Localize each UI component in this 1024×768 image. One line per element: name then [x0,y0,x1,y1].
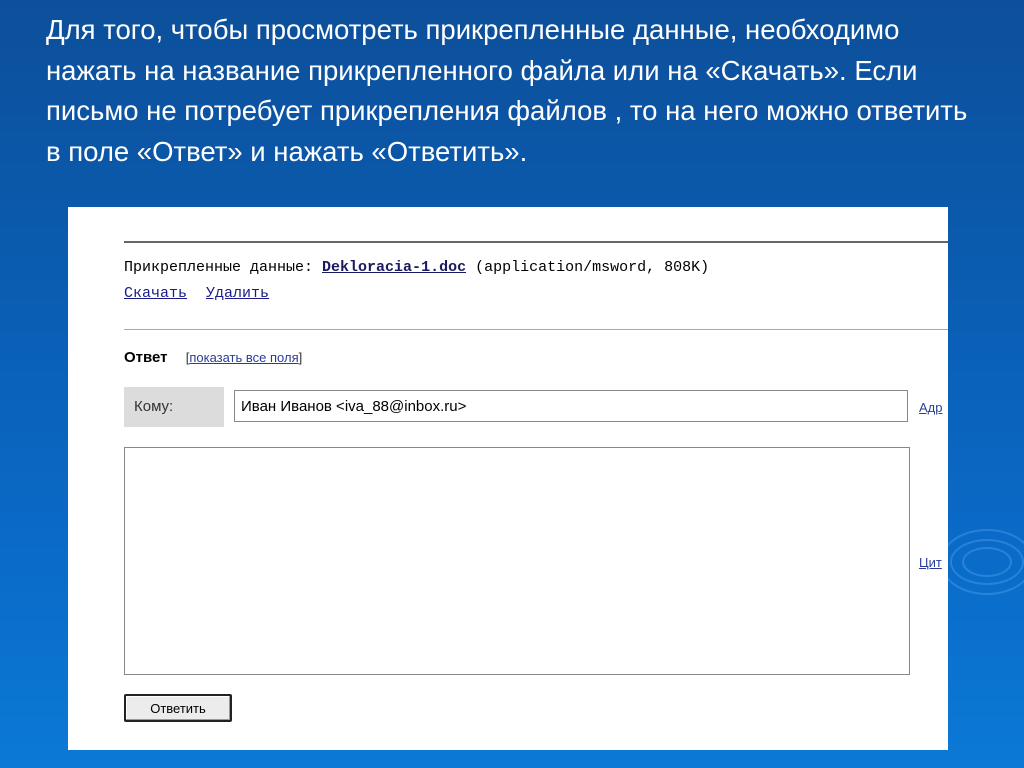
reply-body-textarea[interactable] [124,447,910,675]
show-all-fields-link[interactable]: показать все поля [189,350,298,365]
attachment-line: Прикрепленные данные: Dekloracia-1.doc (… [124,259,709,276]
top-divider [124,241,948,243]
slide-instruction-text: Для того, чтобы просмотреть прикрепленны… [46,14,968,167]
attachment-actions: Скачать Удалить [124,285,279,302]
reply-title: Ответ [124,349,168,366]
address-book-link[interactable]: Адр [919,400,943,415]
reply-heading: Ответ [показать все поля] [124,349,302,366]
to-field-label: Кому: [124,387,224,427]
attachment-file-info: (application/msword, 808K) [475,259,710,276]
middle-divider [124,329,948,330]
attachment-label: Прикрепленные данные: [124,259,314,276]
download-link[interactable]: Скачать [124,285,187,302]
water-ripple-decoration [940,525,1024,595]
attachment-file-link[interactable]: Dekloracia-1.doc [322,259,466,276]
mail-screenshot-panel: Прикрепленные данные: Dekloracia-1.doc (… [68,207,948,750]
delete-link[interactable]: Удалить [206,285,269,302]
quote-link[interactable]: Цит [919,555,942,570]
bracket-close: ] [298,350,303,365]
send-reply-button[interactable]: Ответить [124,694,232,722]
to-field-input[interactable] [234,390,908,422]
